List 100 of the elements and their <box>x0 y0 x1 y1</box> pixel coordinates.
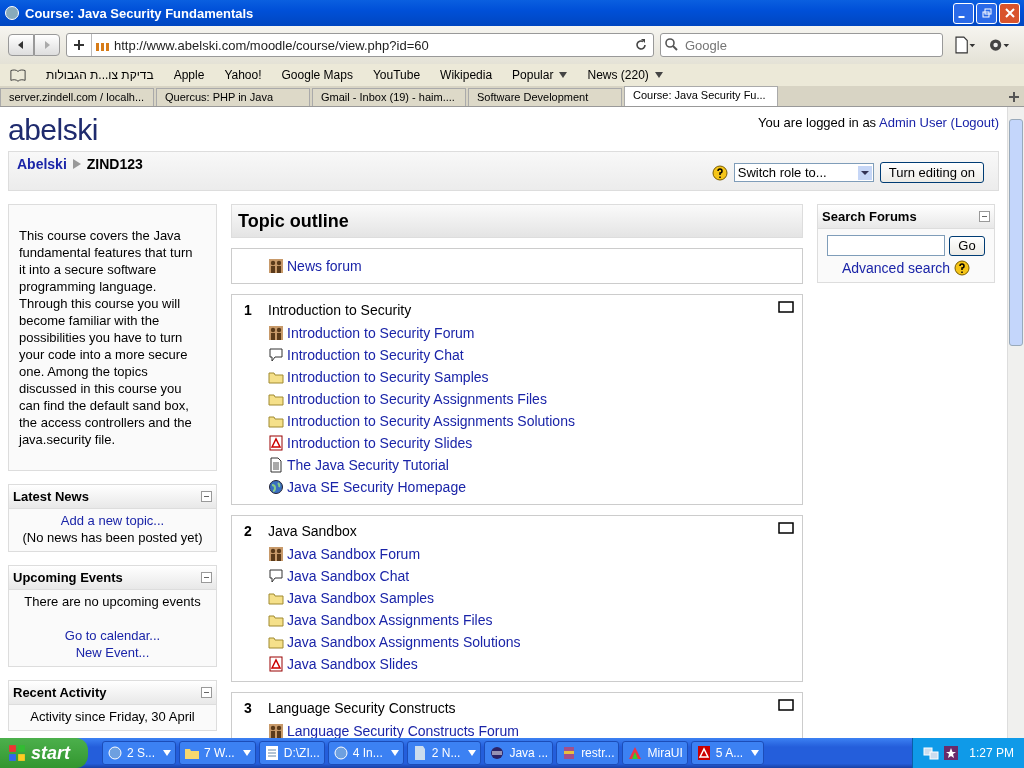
address-field[interactable]: http://www.abelski.com/moodle/course/view.php?id=60 <box>66 33 654 57</box>
speech-bubble-icon <box>268 347 284 363</box>
taskbar-button[interactable]: restr... <box>556 741 620 765</box>
browser-tab[interactable]: Software Development <box>468 88 622 106</box>
logout-link[interactable]: (Logout) <box>950 115 999 130</box>
dropdown-arrow-icon[interactable] <box>559 72 568 78</box>
block-link[interactable]: New Event... <box>75 644 150 661</box>
activity-link[interactable]: Introduction to Security Chat <box>287 347 464 363</box>
block-link[interactable]: Add a new topic... <box>60 512 165 529</box>
activity-link[interactable]: Introduction to Security Assignments Solutions <box>287 413 575 429</box>
restore-button[interactable] <box>976 2 997 24</box>
activity-link[interactable]: Language Security Constructs Forum <box>287 723 519 738</box>
breadcrumb-item: ZIND123 <box>86 156 143 172</box>
section-number: 2 <box>244 523 253 541</box>
taskbar-button[interactable]: D:\ZI... <box>258 741 325 765</box>
search-field[interactable]: Google <box>660 33 943 57</box>
browser-tab[interactable]: Gmail - Inbox (19) - haim.... <box>312 88 466 106</box>
windows-flag-icon <box>8 744 26 762</box>
close-button[interactable] <box>999 2 1020 24</box>
turn-editing-on-button[interactable]: Turn editing on <box>879 162 984 183</box>
scrollbar[interactable] <box>1007 107 1024 738</box>
role-dropdown[interactable]: Switch role to... <box>733 163 874 182</box>
back-button[interactable] <box>8 34 34 56</box>
activity-link[interactable]: Java Sandbox Forum <box>287 546 421 562</box>
notepad-icon <box>263 745 280 761</box>
collapse-icon[interactable] <box>201 687 212 698</box>
search-input[interactable] <box>827 235 946 256</box>
collapse-icon[interactable] <box>979 211 990 222</box>
taskbar-button[interactable]: 2 S... <box>102 741 177 765</box>
block-title: Upcoming Events <box>13 570 123 585</box>
book-icon[interactable] <box>10 67 26 83</box>
block-text: Activity since Friday, 30 April <box>30 708 195 725</box>
activity-link[interactable]: Introduction to Security Samples <box>287 369 489 385</box>
activity-link[interactable]: Introduction to Security Slides <box>287 435 473 451</box>
activity-link[interactable]: The Java Security Tutorial <box>287 457 449 473</box>
taskbar-button[interactable]: 2 N... <box>406 741 482 765</box>
folder-icon <box>268 612 284 628</box>
activity-link[interactable]: Java Sandbox Assignments Solutions <box>287 634 521 650</box>
pdf-icon <box>268 435 284 451</box>
section-title: Java Sandbox <box>268 522 358 541</box>
user-link[interactable]: Admin User <box>879 115 947 130</box>
activity-link[interactable]: Java Sandbox Slides <box>287 656 418 672</box>
folder-icon <box>268 369 284 385</box>
people-icon <box>268 546 284 562</box>
new-tab-icon[interactable] <box>1009 92 1019 102</box>
page-menu-icon[interactable] <box>953 36 977 54</box>
restore-icon <box>981 8 992 18</box>
highlight-toggle-icon[interactable] <box>778 301 794 313</box>
activity-link[interactable]: Java Sandbox Chat <box>287 568 410 584</box>
window-title: Course: Java Security Fundamentals <box>25 5 255 21</box>
bookmark-link[interactable]: Apple <box>163 68 215 82</box>
gear-icon[interactable] <box>987 36 1011 54</box>
taskbar-button[interactable]: 7 W... <box>179 741 256 765</box>
block-text: (No news has been posted yet) <box>22 529 203 546</box>
bookmark-link[interactable]: בדיקת צו...ת הגבולות <box>36 68 164 82</box>
help-icon[interactable] <box>711 164 728 181</box>
globe-icon <box>332 745 349 761</box>
collapse-icon[interactable] <box>201 491 212 502</box>
activity-link[interactable]: Java Sandbox Assignments Files <box>287 612 493 628</box>
activity-link[interactable]: News forum <box>287 258 362 274</box>
taskbar-button[interactable]: 4 In... <box>327 741 404 765</box>
block-title: Search Forums <box>822 209 917 224</box>
bookmark-link[interactable]: YouTube <box>362 68 431 82</box>
pdf-icon <box>695 745 712 761</box>
collapse-icon[interactable] <box>201 572 212 583</box>
bookmark-link[interactable]: Yahoo! <box>214 68 272 82</box>
folder-icon <box>268 590 284 606</box>
help-icon[interactable] <box>954 260 971 276</box>
highlight-toggle-icon[interactable] <box>778 522 794 534</box>
activity-link[interactable]: Java Sandbox Samples <box>287 590 435 606</box>
taskbar-button[interactable]: 5 A... <box>690 741 765 765</box>
login-info: You are logged in as Admin User (Logout) <box>758 115 999 130</box>
bookmark-link[interactable]: Google Maps <box>271 68 363 82</box>
highlight-toggle-icon[interactable] <box>778 699 794 711</box>
activity-link[interactable]: Introduction to Security Assignments Files <box>287 391 547 407</box>
minimize-button[interactable] <box>953 2 974 24</box>
activity-link[interactable]: Introduction to Security Forum <box>287 325 475 341</box>
reload-icon[interactable] <box>633 37 649 53</box>
close-icon <box>1004 8 1015 18</box>
folder-icon <box>268 391 284 407</box>
bookmark-link[interactable]: News (220) <box>577 68 673 82</box>
app-icon[interactable] <box>943 745 960 761</box>
taskbar-button[interactable]: Java ... <box>484 741 554 765</box>
site-logo[interactable]: abelski <box>8 113 98 147</box>
advanced-search-link[interactable]: Advanced search <box>841 260 951 276</box>
bookmark-link[interactable]: Popular <box>502 68 578 82</box>
activity-link[interactable]: Java SE Security Homepage <box>287 479 466 495</box>
browser-tab[interactable]: Quercus: PHP in Java <box>156 88 310 106</box>
browser-tab[interactable]: Course: Java Security Fu... <box>624 86 778 106</box>
breadcrumb-item[interactable]: Abelski <box>17 156 67 172</box>
block-link[interactable]: Go to calendar... <box>64 627 161 644</box>
dropdown-arrow-icon[interactable] <box>654 72 663 78</box>
browser-tab[interactable]: server.zindell.com / localh... <box>0 88 154 106</box>
minimize-icon <box>958 16 965 18</box>
go-button[interactable]: Go <box>949 235 985 256</box>
taskbar-button[interactable]: MiraUI <box>622 741 688 765</box>
bookmark-link[interactable]: Wikipedia <box>430 68 503 82</box>
eclipse-icon <box>489 745 506 761</box>
section-number: 3 <box>244 700 253 718</box>
block-title: Latest News <box>13 489 89 504</box>
